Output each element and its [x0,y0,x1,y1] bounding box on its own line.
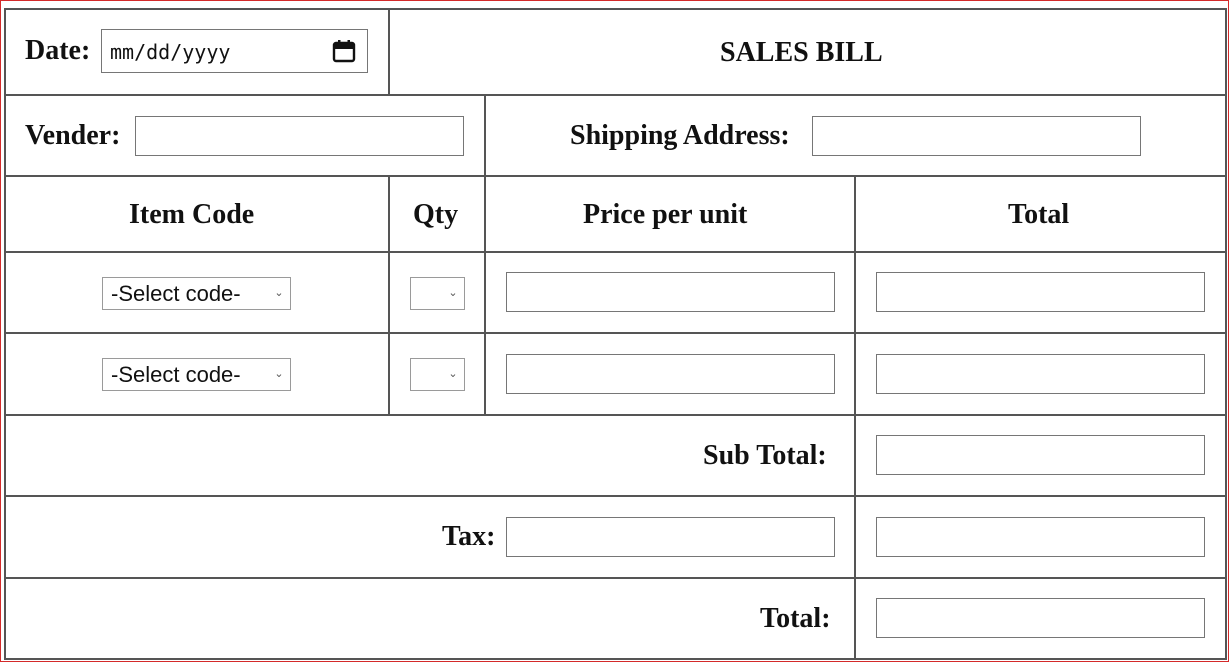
qty-select[interactable]: ⌄ [410,277,465,310]
grid-line [484,94,486,177]
date-placeholder: mm/dd/yyyy [110,40,231,64]
grid-line [4,414,1227,416]
grid-line [4,175,1227,177]
column-header-price-per-unit: Price per unit [583,199,748,230]
grid-line [4,251,1227,253]
grid-line [4,8,1227,10]
grid-line [388,175,390,416]
grid-line [4,332,1227,334]
shipping-address-label: Shipping Address: [570,120,790,151]
vendor-label: Vender: [25,120,121,151]
grand-total-input[interactable] [876,598,1205,638]
shipping-address-input[interactable] [812,116,1141,156]
column-header-qty: Qty [413,199,459,230]
chevron-down-icon: ⌄ [448,368,458,380]
page-title: SALES BILL [720,37,883,68]
subtotal-label: Sub Total: [703,440,827,471]
sales-bill-form: Date: mm/dd/yyyy SALES BILL Vender: Ship… [0,0,1229,662]
tax-label: Tax: [442,521,496,552]
chevron-down-icon: ⌄ [448,287,458,299]
calendar-icon[interactable] [331,38,357,64]
grid-line [4,658,1227,660]
grid-line [1225,8,1227,660]
tax-rate-input[interactable] [506,517,835,557]
subtotal-input[interactable] [876,435,1205,475]
grid-line [4,94,1227,96]
grid-line [4,577,1227,579]
date-input[interactable]: mm/dd/yyyy [101,29,368,73]
column-header-item-code: Item Code [129,199,255,230]
grid-line [4,8,6,660]
grid-line [4,495,1227,497]
grid-line [388,8,390,96]
vendor-input[interactable] [135,116,464,156]
chevron-down-icon: ⌄ [274,368,284,380]
tax-amount-input[interactable] [876,517,1205,557]
item-code-select[interactable]: -Select code- ⌄ [102,358,291,391]
date-label: Date: [25,35,91,66]
chevron-down-icon: ⌄ [274,287,284,299]
grid-line [484,175,486,416]
grand-total-label: Total: [760,603,831,634]
qty-select[interactable]: ⌄ [410,358,465,391]
item-code-select-value: -Select code- [111,281,241,306]
item-code-select-value: -Select code- [111,362,241,387]
row-total-input[interactable] [876,354,1205,394]
row-total-input[interactable] [876,272,1205,312]
price-per-unit-input[interactable] [506,272,835,312]
column-header-total: Total [1008,199,1070,230]
price-per-unit-input[interactable] [506,354,835,394]
grid-line [854,175,856,660]
item-code-select[interactable]: -Select code- ⌄ [102,277,291,310]
